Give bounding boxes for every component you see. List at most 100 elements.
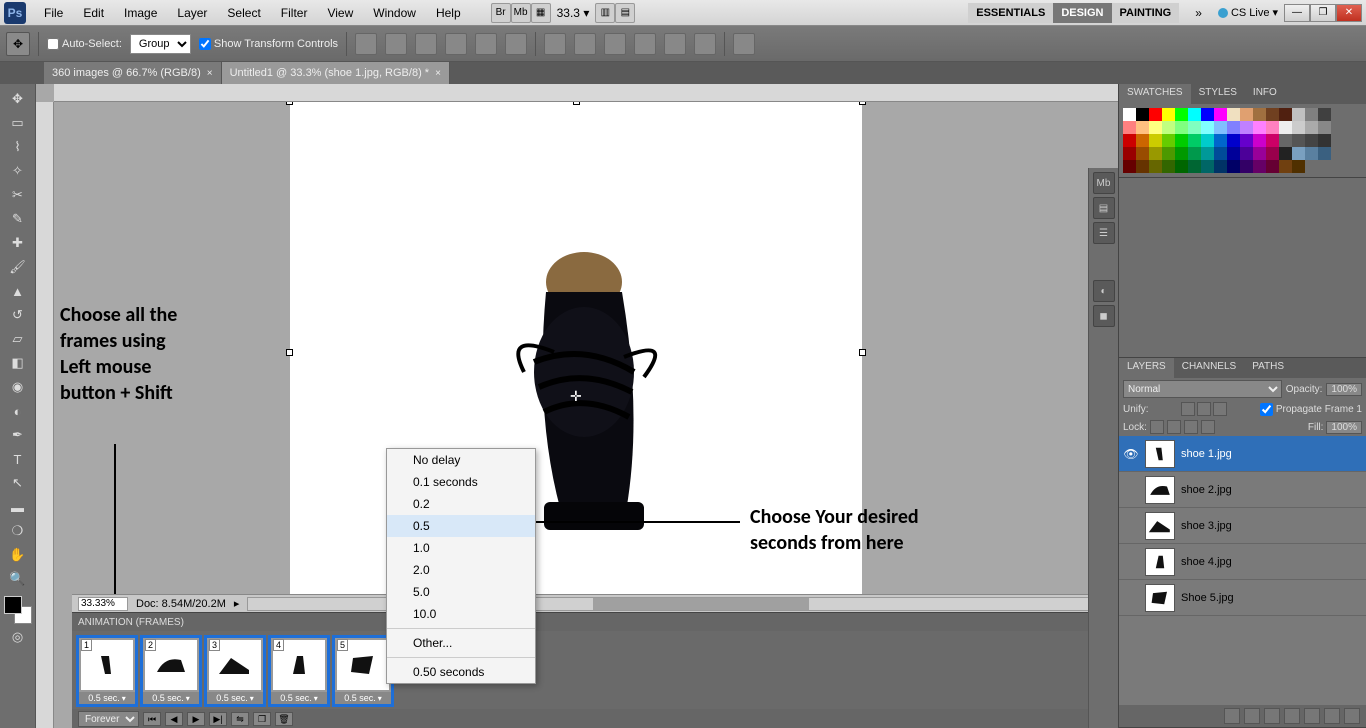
swatch[interactable] bbox=[1136, 108, 1149, 121]
lock-transparency-icon[interactable] bbox=[1150, 420, 1164, 434]
document-tab[interactable]: Untitled1 @ 33.3% (shoe 1.jpg, RGB/8) *× bbox=[222, 62, 450, 84]
swatch[interactable] bbox=[1162, 134, 1175, 147]
align-icon[interactable] bbox=[445, 33, 467, 55]
menu-file[interactable]: File bbox=[34, 6, 73, 20]
link-layers-icon[interactable] bbox=[1224, 708, 1240, 724]
adjustment-layer-icon[interactable] bbox=[1284, 708, 1300, 724]
duplicate-frame-button[interactable]: ❐ bbox=[253, 712, 271, 726]
swatch[interactable] bbox=[1136, 160, 1149, 173]
swatch[interactable] bbox=[1162, 121, 1175, 134]
workspace-essentials[interactable]: ESSENTIALS bbox=[968, 3, 1053, 23]
document-tab[interactable]: 360 images @ 66.7% (RGB/8)× bbox=[44, 62, 222, 84]
swatch[interactable] bbox=[1253, 134, 1266, 147]
visibility-toggle-icon[interactable] bbox=[1123, 590, 1139, 606]
zoom-input[interactable] bbox=[78, 597, 128, 611]
dodge-tool-icon[interactable]: ◐ bbox=[6, 400, 30, 422]
workspace-painting[interactable]: PAINTING bbox=[1112, 3, 1180, 23]
swatch[interactable] bbox=[1279, 147, 1292, 160]
new-layer-icon[interactable] bbox=[1324, 708, 1340, 724]
blur-tool-icon[interactable]: ◉ bbox=[6, 376, 30, 398]
chevron-right-icon[interactable]: ▸ bbox=[234, 597, 240, 610]
distribute-icon[interactable] bbox=[604, 33, 626, 55]
crop-tool-icon[interactable]: ✂ bbox=[6, 184, 30, 206]
swatch[interactable] bbox=[1227, 160, 1240, 173]
swatch[interactable] bbox=[1253, 121, 1266, 134]
delay-menu-item[interactable]: 10.0 bbox=[387, 603, 535, 625]
auto-select-checkbox[interactable]: Auto-Select: bbox=[47, 38, 122, 50]
animation-frame[interactable]: 40.5 sec. bbox=[268, 635, 330, 707]
lasso-tool-icon[interactable]: ⌇ bbox=[6, 136, 30, 158]
pen-tool-icon[interactable]: ✒ bbox=[6, 424, 30, 446]
swatch[interactable] bbox=[1162, 147, 1175, 160]
lock-position-icon[interactable] bbox=[1184, 420, 1198, 434]
swatch[interactable] bbox=[1292, 108, 1305, 121]
show-transform-checkbox[interactable]: Show Transform Controls bbox=[199, 38, 338, 50]
properties-panel-icon[interactable]: ☰ bbox=[1093, 222, 1115, 244]
swatch[interactable] bbox=[1279, 121, 1292, 134]
swatch[interactable] bbox=[1227, 121, 1240, 134]
swatch[interactable] bbox=[1240, 134, 1253, 147]
cs-live[interactable]: CS Live ▾ bbox=[1218, 6, 1278, 19]
swatch[interactable] bbox=[1266, 121, 1279, 134]
swatch[interactable] bbox=[1318, 147, 1331, 160]
transform-handle[interactable] bbox=[286, 349, 293, 356]
delete-frame-button[interactable]: 🗑 bbox=[275, 712, 293, 726]
auto-align-icon[interactable] bbox=[733, 33, 755, 55]
first-frame-button[interactable]: ⏮ bbox=[143, 712, 161, 726]
bridge-icon[interactable]: Br bbox=[491, 3, 511, 23]
swatch[interactable] bbox=[1149, 147, 1162, 160]
swatch[interactable] bbox=[1201, 160, 1214, 173]
adjustments-panel-icon[interactable]: ◐ bbox=[1093, 280, 1115, 302]
menu-select[interactable]: Select bbox=[217, 6, 270, 20]
channels-tab[interactable]: CHANNELS bbox=[1174, 358, 1244, 378]
wand-tool-icon[interactable]: ✧ bbox=[6, 160, 30, 182]
align-icon[interactable] bbox=[475, 33, 497, 55]
frame-delay-button[interactable]: 0.5 sec. bbox=[143, 692, 199, 704]
swatch[interactable] bbox=[1123, 160, 1136, 173]
swatches-tab[interactable]: SWATCHES bbox=[1119, 84, 1191, 104]
tween-button[interactable]: ⇋ bbox=[231, 712, 249, 726]
gradient-tool-icon[interactable]: ◧ bbox=[6, 352, 30, 374]
swatch[interactable] bbox=[1123, 134, 1136, 147]
align-icon[interactable] bbox=[415, 33, 437, 55]
swatch[interactable] bbox=[1305, 147, 1318, 160]
history-brush-tool-icon[interactable]: ↺ bbox=[6, 304, 30, 326]
info-tab[interactable]: INFO bbox=[1245, 84, 1285, 104]
distribute-icon[interactable] bbox=[574, 33, 596, 55]
frame-delay-button[interactable]: 0.5 sec. bbox=[207, 692, 263, 704]
zoom-tool-icon[interactable]: 🔍 bbox=[6, 568, 30, 590]
transform-handle[interactable] bbox=[859, 349, 866, 356]
zoom-level[interactable]: 33.3 ▾ bbox=[551, 6, 596, 20]
menu-edit[interactable]: Edit bbox=[73, 6, 114, 20]
swatch[interactable] bbox=[1136, 134, 1149, 147]
delay-menu-item[interactable]: 1.0 bbox=[387, 537, 535, 559]
minimize-button[interactable]: — bbox=[1284, 4, 1310, 22]
close-button[interactable]: ✕ bbox=[1336, 4, 1362, 22]
swatch[interactable] bbox=[1175, 134, 1188, 147]
minibridge-panel-icon[interactable]: Mb bbox=[1093, 172, 1115, 194]
delay-menu-item[interactable]: 0.2 bbox=[387, 493, 535, 515]
swatch[interactable] bbox=[1175, 121, 1188, 134]
delay-menu-item[interactable]: No delay bbox=[387, 449, 535, 471]
shape-tool-icon[interactable]: ▬ bbox=[6, 496, 30, 518]
visibility-toggle-icon[interactable] bbox=[1123, 518, 1139, 534]
animation-frame[interactable]: 10.5 sec. bbox=[76, 635, 138, 707]
3d-tool-icon[interactable]: ❍ bbox=[6, 520, 30, 542]
unify-visibility-icon[interactable] bbox=[1197, 402, 1211, 416]
play-button[interactable]: ▶ bbox=[187, 712, 205, 726]
brush-tool-icon[interactable]: 🖌 bbox=[6, 256, 30, 278]
delete-layer-icon[interactable] bbox=[1344, 708, 1360, 724]
animation-frame[interactable]: 20.5 sec. bbox=[140, 635, 202, 707]
swatch[interactable] bbox=[1240, 108, 1253, 121]
swatch[interactable] bbox=[1305, 134, 1318, 147]
history-panel-icon[interactable]: ▤ bbox=[1093, 197, 1115, 219]
swatch[interactable] bbox=[1123, 147, 1136, 160]
styles-tab[interactable]: STYLES bbox=[1191, 84, 1245, 104]
menu-view[interactable]: View bbox=[317, 6, 363, 20]
minibridge-icon[interactable]: Mb bbox=[511, 3, 531, 23]
extras-icon[interactable]: ▤ bbox=[615, 3, 635, 23]
swatch[interactable] bbox=[1188, 108, 1201, 121]
layer-row[interactable]: 👁shoe 1.jpg bbox=[1119, 436, 1366, 472]
type-tool-icon[interactable]: T bbox=[6, 448, 30, 470]
swatch[interactable] bbox=[1214, 121, 1227, 134]
